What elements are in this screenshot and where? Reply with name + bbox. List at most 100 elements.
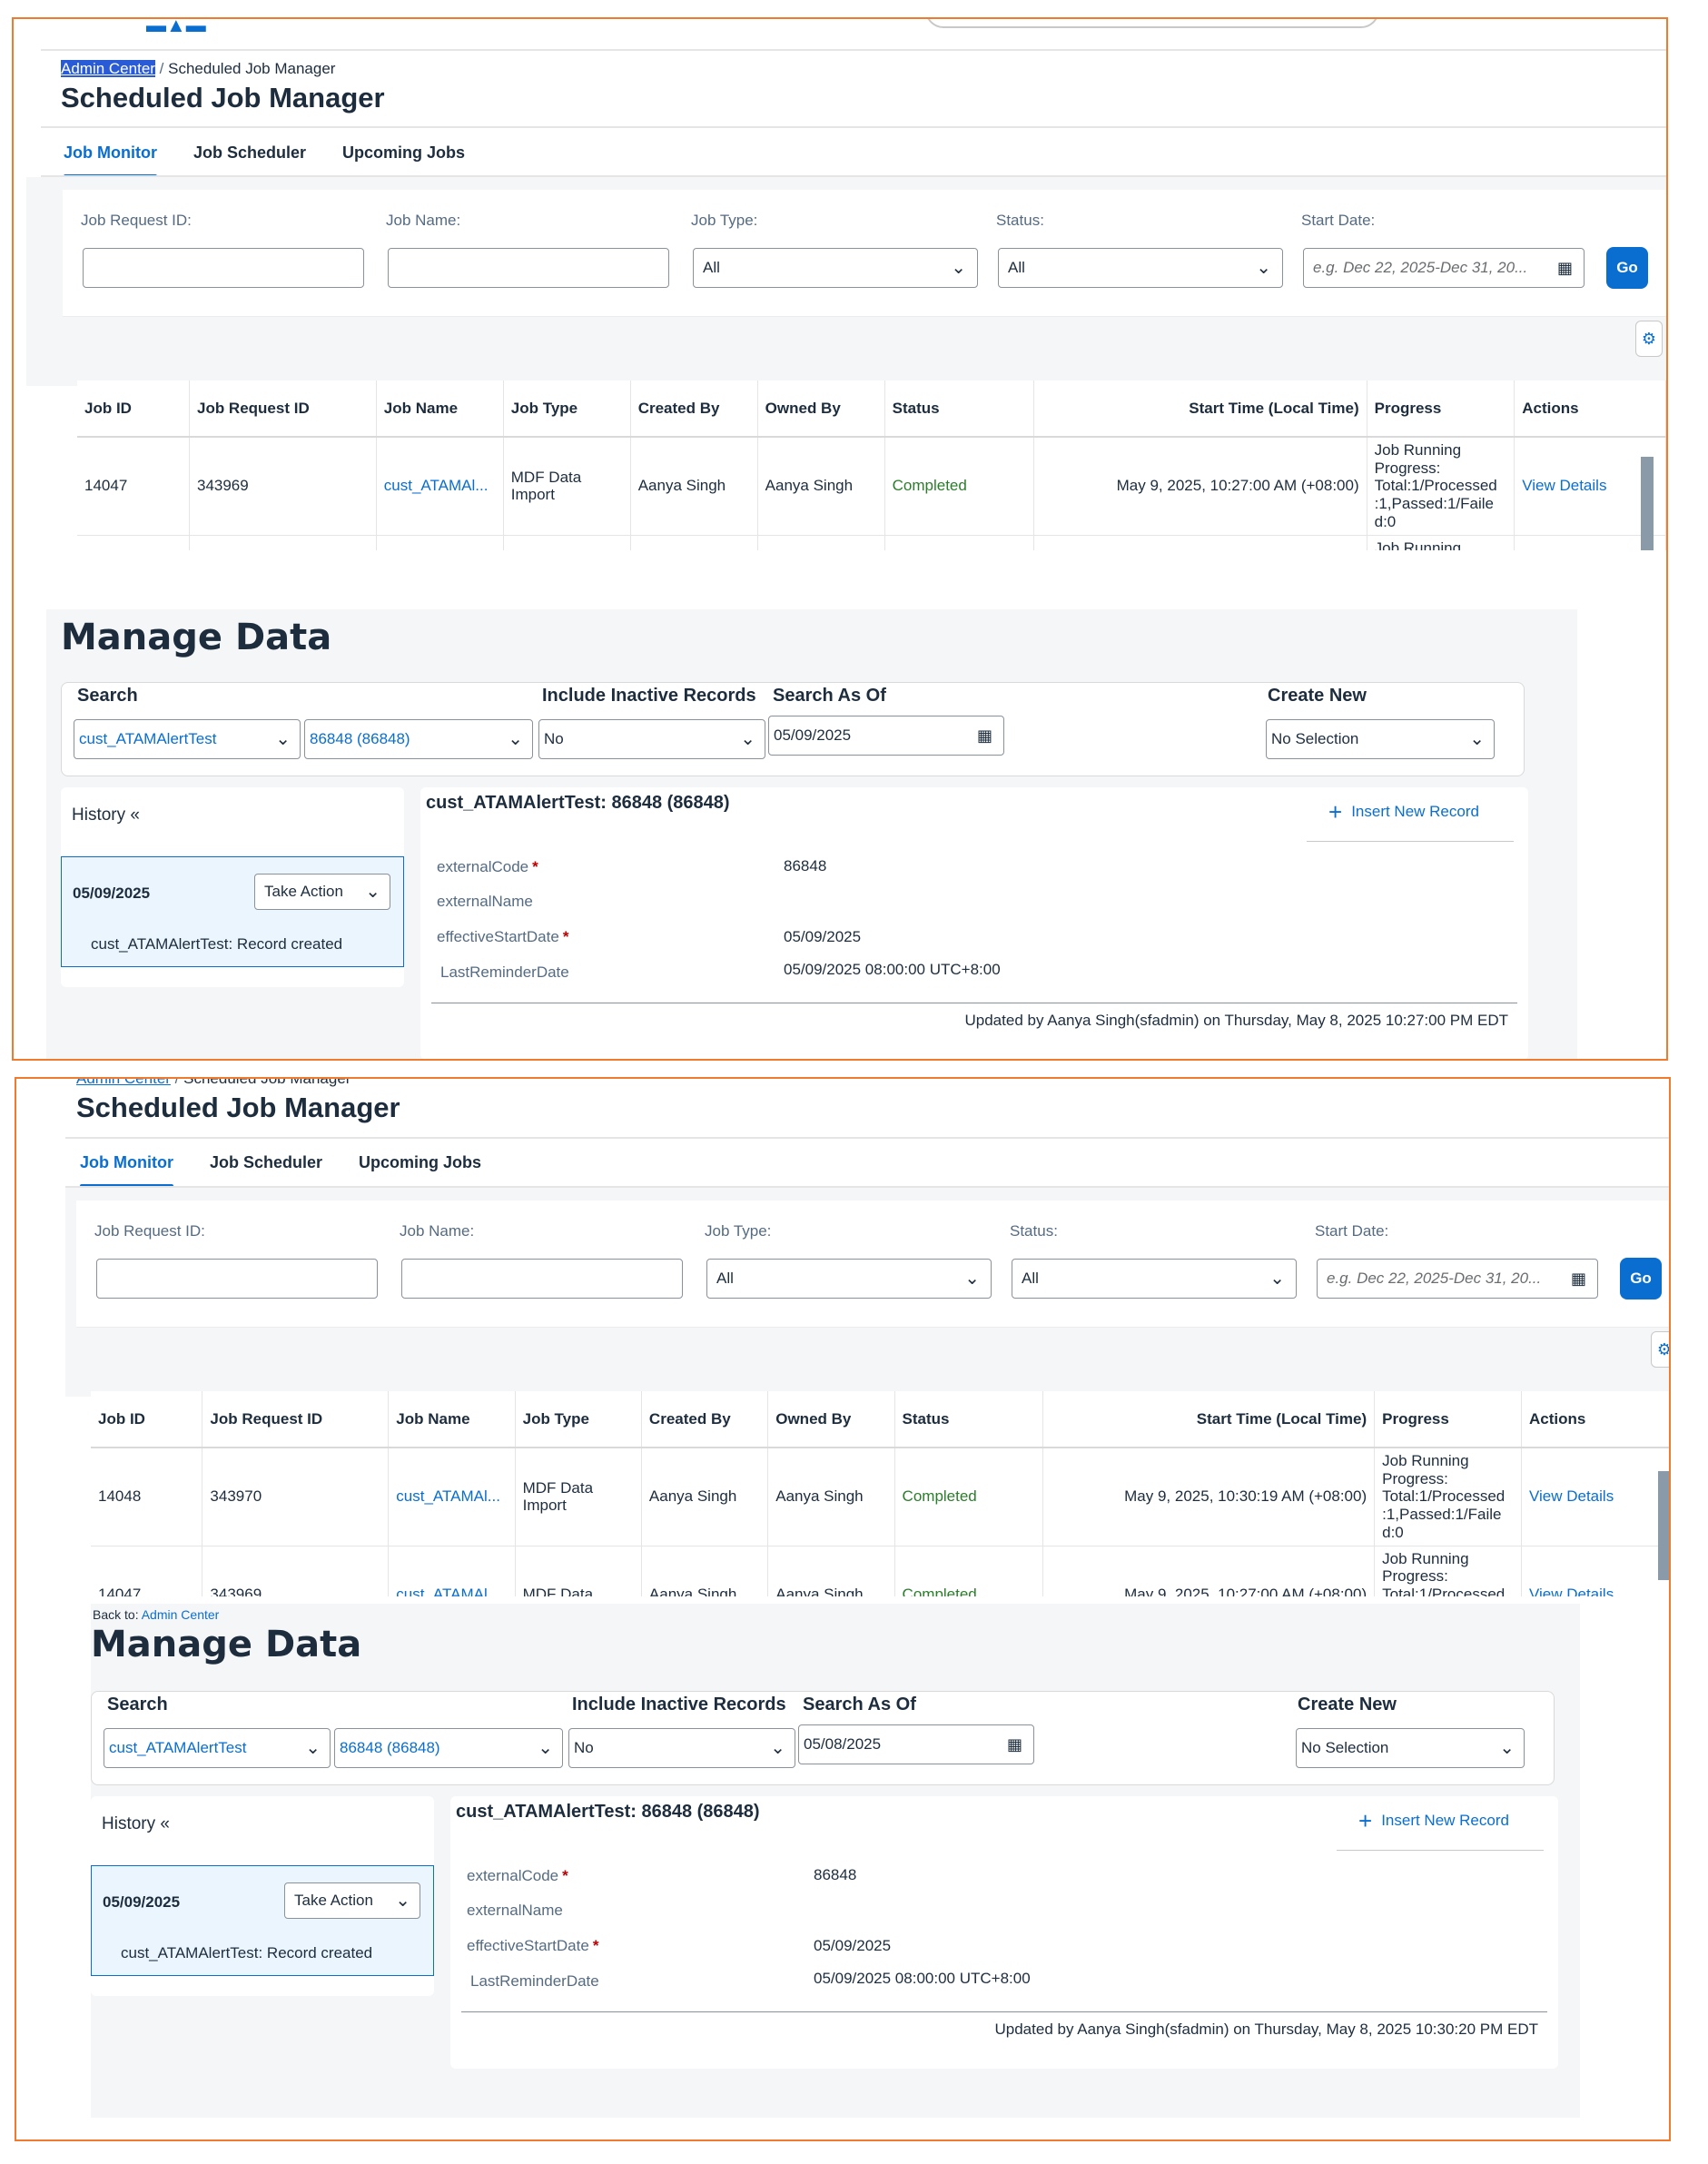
column-header[interactable]: Status <box>884 380 1035 438</box>
tab-job-monitor[interactable]: Job Monitor <box>45 133 175 178</box>
object-type-select[interactable]: cust_ATAMAlertTest ⌄ <box>74 719 301 759</box>
start-date-input[interactable]: e.g. Dec 22, 2025-Dec 31, 20... ▦ <box>1303 248 1585 288</box>
include-inactive-select[interactable]: No ⌄ <box>538 719 765 759</box>
record-select[interactable]: 86848 (86848) ⌄ <box>334 1728 563 1768</box>
column-header[interactable]: Job Type <box>515 1391 642 1448</box>
calendar-icon[interactable]: ▦ <box>1007 1725 1022 1764</box>
start-date-placeholder: e.g. Dec 22, 2025-Dec 31, 20... <box>1327 1270 1542 1287</box>
cell-job-name-link[interactable]: cust_ATAMAl... <box>388 1448 516 1546</box>
history-panel: History « 05/09/2025 Take Action ⌄ cust_A… <box>61 787 404 987</box>
field-label-last-reminder-date: LastReminderDate <box>470 1972 599 1990</box>
comparison-panel-1: ▬▲▬ Admin Center / Scheduled Job Manager… <box>12 17 1668 1061</box>
tab-job-scheduler[interactable]: Job Scheduler <box>192 1142 341 1182</box>
filter-bar: Job Request ID: Job Name: Job Type: All ⌄… <box>76 1201 1669 1328</box>
search-label: Search <box>107 1695 168 1714</box>
status-select[interactable]: All ⌄ <box>1012 1259 1297 1299</box>
scheduled-job-manager-view: ▬▲▬ Admin Center / Scheduled Job Manager… <box>26 19 1666 550</box>
job-type-select[interactable]: All ⌄ <box>693 248 978 288</box>
back-to-link[interactable]: Back to: Admin Center <box>93 1607 219 1622</box>
view-details-link[interactable]: View Details <box>1521 1546 1669 1596</box>
column-header[interactable]: Owned By <box>757 380 885 438</box>
column-header[interactable]: Job Name <box>388 1391 516 1448</box>
column-header[interactable]: Progress <box>1367 380 1515 438</box>
column-header[interactable]: Created By <box>641 1391 769 1448</box>
start-date-input[interactable]: e.g. Dec 22, 2025-Dec 31, 20... ▦ <box>1317 1259 1598 1299</box>
insert-new-record-button[interactable]: + Insert New Record <box>1307 798 1514 842</box>
column-header[interactable]: Created By <box>630 380 758 438</box>
calendar-icon[interactable]: ▦ <box>977 716 992 755</box>
start-date-label: Start Date: <box>1315 1222 1389 1240</box>
tab-job-scheduler[interactable]: Job Scheduler <box>175 133 324 173</box>
cell-job-name-link[interactable]: cust_ATAMAl... <box>376 437 504 536</box>
search-as-of-date-input[interactable]: 05/09/2025 ▦ <box>768 716 1004 756</box>
search-as-of-date-input[interactable]: 05/08/2025 ▦ <box>798 1724 1034 1764</box>
table-scrollbar[interactable] <box>1658 1471 1669 1580</box>
create-new-value: No Selection <box>1271 730 1359 747</box>
job-request-id-input[interactable] <box>96 1259 378 1299</box>
go-button[interactable]: Go <box>1606 247 1648 289</box>
view-details-link[interactable]: View Details <box>1521 1448 1669 1546</box>
column-header[interactable]: Job Name <box>376 380 504 438</box>
cell-job-name-link[interactable]: cust_ATAMAl... <box>388 1546 516 1596</box>
breadcrumb-admin-center-link[interactable]: Admin Center <box>76 1079 171 1087</box>
take-action-button[interactable]: Take Action ⌄ <box>254 874 390 910</box>
create-new-select[interactable]: No Selection ⌄ <box>1266 719 1495 759</box>
calendar-icon[interactable]: ▦ <box>1571 1260 1586 1298</box>
column-header[interactable]: Status <box>894 1391 1044 1448</box>
create-new-select[interactable]: No Selection ⌄ <box>1296 1728 1525 1768</box>
column-header[interactable]: Job Request ID <box>202 1391 390 1448</box>
column-header[interactable]: Actions <box>1514 380 1666 438</box>
job-name-input[interactable] <box>388 248 669 288</box>
history-item[interactable]: 05/09/2025 Take Action ⌄ cust_ATAMAlertTe… <box>61 856 404 967</box>
object-type-select[interactable]: cust_ATAMAlertTest ⌄ <box>104 1728 331 1768</box>
insert-new-record-button[interactable]: + Insert New Record <box>1337 1807 1544 1851</box>
column-header[interactable]: Start Time (Local Time) <box>1042 1391 1376 1448</box>
take-action-button[interactable]: Take Action ⌄ <box>284 1882 420 1919</box>
back-to-admin-center-link[interactable]: Admin Center <box>142 1607 220 1622</box>
column-header[interactable]: Job Request ID <box>189 380 377 438</box>
tab-upcoming-jobs[interactable]: Upcoming Jobs <box>341 1142 499 1182</box>
chevron-down-icon: ⌄ <box>1469 729 1485 749</box>
field-label-external-name: externalName <box>437 893 533 910</box>
history-title[interactable]: History « <box>72 805 140 825</box>
column-header[interactable]: Start Time (Local Time) <box>1033 380 1367 438</box>
table-row[interactable]: Job Running <box>77 535 1666 550</box>
column-header[interactable]: Actions <box>1521 1391 1669 1448</box>
column-header[interactable]: Job ID <box>77 380 190 438</box>
cell-job-request-id: 343970 <box>202 1448 390 1546</box>
include-inactive-value: No <box>574 1739 594 1756</box>
table-scrollbar[interactable] <box>1641 457 1654 550</box>
history-title[interactable]: History « <box>102 1814 170 1834</box>
table-row[interactable]: 14048 343970 cust_ATAMAl... MDF Data Imp… <box>91 1448 1669 1546</box>
plus-icon: + <box>1328 798 1343 825</box>
table-settings-icon[interactable]: ⚙ <box>1635 321 1663 357</box>
tab-upcoming-jobs[interactable]: Upcoming Jobs <box>324 133 483 173</box>
breadcrumb-current: Scheduled Job Manager <box>183 1079 350 1087</box>
jobs-table: Job ID Job Request ID Job Name Job Type … <box>91 1391 1669 1596</box>
column-header[interactable]: Owned By <box>767 1391 895 1448</box>
calendar-icon[interactable]: ▦ <box>1557 249 1573 287</box>
field-label-external-name: externalName <box>467 1902 563 1919</box>
table-row[interactable]: 14047 343969 cust_ATAMAl... MDF Data Imp… <box>77 437 1666 536</box>
table-row[interactable]: 14047 343969 cust_ATAMAl... MDF Data Aan… <box>91 1546 1669 1596</box>
column-header[interactable]: Job ID <box>91 1391 203 1448</box>
job-type-select[interactable]: All ⌄ <box>706 1259 992 1299</box>
go-button[interactable]: Go <box>1620 1258 1662 1299</box>
create-new-label: Create New <box>1268 686 1367 706</box>
job-request-id-input[interactable] <box>83 248 364 288</box>
breadcrumb-admin-center-link[interactable]: Admin Center <box>61 60 155 77</box>
cell-job-request-id: 343969 <box>202 1546 390 1596</box>
job-name-input[interactable] <box>401 1259 683 1299</box>
include-inactive-select[interactable]: No ⌄ <box>568 1728 795 1768</box>
global-search-bar[interactable] <box>925 19 1379 28</box>
record-select[interactable]: 86848 (86848) ⌄ <box>304 719 533 759</box>
column-header[interactable]: Progress <box>1374 1391 1522 1448</box>
table-settings-icon[interactable]: ⚙ <box>1651 1331 1669 1368</box>
search-as-of-value: 05/09/2025 <box>774 726 852 744</box>
column-header[interactable]: Job Type <box>503 380 631 438</box>
job-request-id-label: Job Request ID: <box>94 1222 205 1240</box>
tab-job-monitor[interactable]: Job Monitor <box>62 1142 192 1188</box>
search-label: Search <box>77 686 138 706</box>
history-item[interactable]: 05/09/2025 Take Action ⌄ cust_ATAMAlertTe… <box>91 1865 434 1976</box>
status-select[interactable]: All ⌄ <box>998 248 1283 288</box>
